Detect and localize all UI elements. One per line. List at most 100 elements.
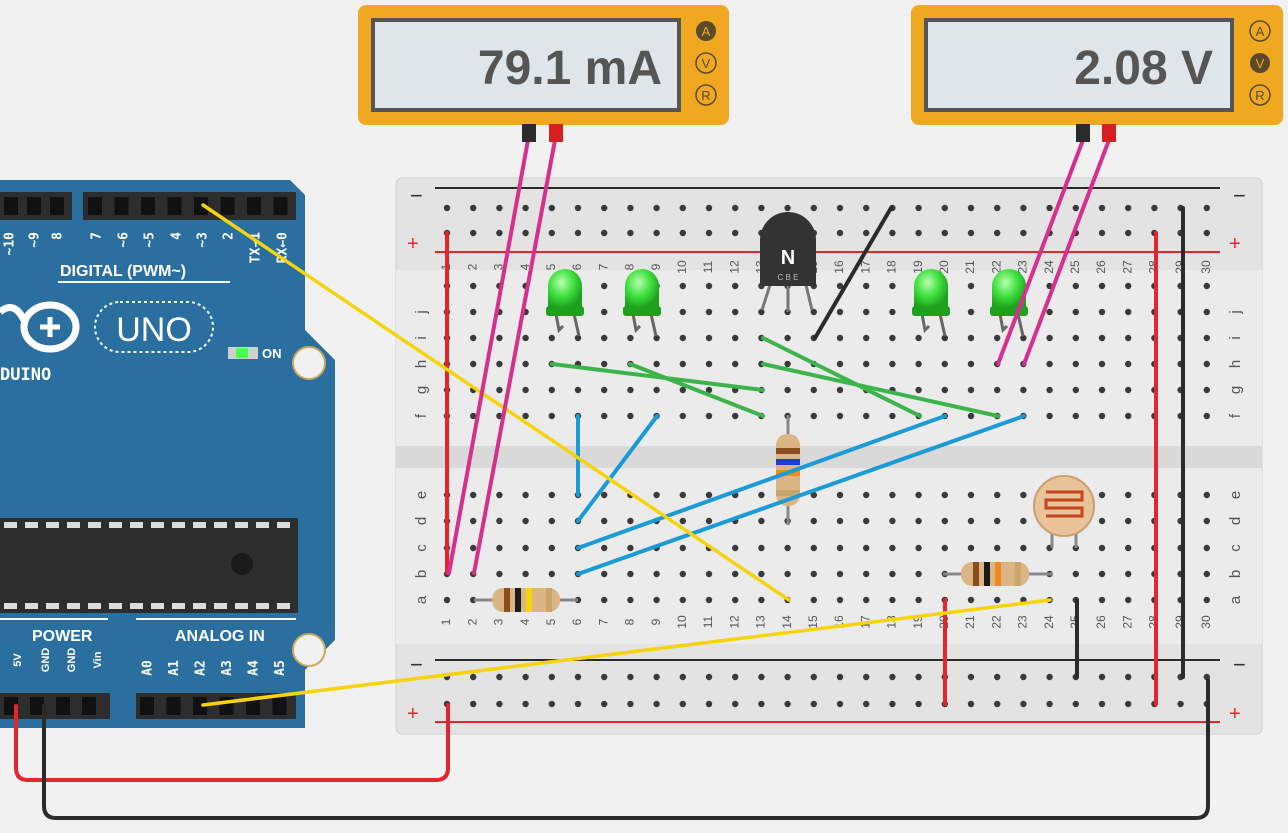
hole[interactable] [758,517,765,525]
rail-hole[interactable] [836,673,844,681]
rail-hole[interactable] [470,229,477,237]
hole[interactable] [1098,282,1106,290]
hole[interactable] [967,544,975,552]
rail-hole[interactable] [548,204,555,212]
hole[interactable] [627,544,634,552]
hole[interactable] [1098,360,1106,368]
hole[interactable] [601,360,608,368]
hole[interactable] [1072,282,1080,290]
hole[interactable] [601,334,608,342]
rail-hole[interactable] [548,700,555,708]
hole[interactable] [627,517,634,525]
hole[interactable] [443,596,451,604]
rail-hole[interactable] [627,229,634,237]
voltmeter-probe-red[interactable] [1102,124,1116,142]
rail-hole[interactable] [627,673,634,681]
hole[interactable] [601,282,608,290]
rail-hole[interactable] [574,673,582,681]
hole[interactable] [863,517,870,525]
rail-hole[interactable] [941,204,948,212]
rail-hole[interactable] [810,700,817,708]
hole[interactable] [810,386,817,394]
hole[interactable] [863,360,870,368]
hole[interactable] [941,491,948,499]
rail-hole[interactable] [705,673,713,681]
hole[interactable] [679,570,686,578]
hole[interactable] [784,386,791,394]
rail-hole[interactable] [1151,204,1158,212]
hole[interactable] [915,334,922,342]
hole[interactable] [705,282,713,290]
hole[interactable] [915,596,922,604]
hole[interactable] [470,544,477,552]
hole[interactable] [601,308,608,316]
circuit-canvas[interactable]: ~10 ~9 8 7 ~6 ~5 4 ~3 2 TX→1 RX←0 DIGITAL (PWM~) U… [0,0,1288,833]
hole[interactable] [679,544,686,552]
hole[interactable] [915,491,922,499]
rail-hole[interactable] [1203,229,1211,237]
hole[interactable] [1072,360,1080,368]
hole[interactable] [1203,386,1211,394]
hole[interactable] [889,412,896,420]
hole[interactable] [496,360,503,368]
hole[interactable] [863,334,870,342]
hole[interactable] [1072,570,1080,578]
hole[interactable] [1046,360,1053,368]
hole[interactable] [915,386,922,394]
hole[interactable] [496,491,503,499]
hole[interactable] [601,386,608,394]
hole[interactable] [548,544,555,552]
hole[interactable] [1203,282,1211,290]
hole[interactable] [732,308,739,316]
rail-hole[interactable] [496,673,503,681]
hole[interactable] [967,334,975,342]
hole[interactable] [574,386,582,394]
hole[interactable] [522,412,529,420]
hole[interactable] [1098,412,1106,420]
hole[interactable] [601,544,608,552]
rail-hole[interactable] [915,673,922,681]
rail-hole[interactable] [1125,229,1132,237]
rail-hole[interactable] [836,229,844,237]
rail-hole[interactable] [522,204,529,212]
rail-hole[interactable] [810,204,817,212]
hole[interactable] [889,282,896,290]
rail-hole[interactable] [705,229,713,237]
hole[interactable] [836,544,844,552]
rail-hole[interactable] [679,700,686,708]
hole[interactable] [994,334,1001,342]
rail-hole[interactable] [548,673,555,681]
hole[interactable] [470,282,477,290]
hole[interactable] [863,491,870,499]
hole[interactable] [941,360,948,368]
hole[interactable] [1203,544,1211,552]
rail-hole[interactable] [863,204,870,212]
rail-hole[interactable] [601,204,608,212]
hole[interactable] [810,517,817,525]
hole[interactable] [863,308,870,316]
hole[interactable] [758,596,765,604]
hole[interactable] [522,570,529,578]
rail-hole[interactable] [967,204,975,212]
hole[interactable] [522,386,529,394]
header-socket[interactable] [273,197,288,215]
hole[interactable] [548,412,555,420]
hole[interactable] [863,570,870,578]
hole[interactable] [679,334,686,342]
rail-hole[interactable] [574,229,582,237]
hole[interactable] [915,544,922,552]
hole[interactable] [967,517,975,525]
hole[interactable] [967,596,975,604]
hole[interactable] [810,570,817,578]
hole[interactable] [627,334,634,342]
hole[interactable] [994,386,1001,394]
rail-hole[interactable] [679,204,686,212]
hole[interactable] [836,334,844,342]
rail-hole[interactable] [994,229,1001,237]
rail-hole[interactable] [1125,673,1132,681]
hole[interactable] [784,360,791,368]
hole[interactable] [705,596,713,604]
hole[interactable] [836,570,844,578]
rail-hole[interactable] [470,700,477,708]
rail-hole[interactable] [967,229,975,237]
